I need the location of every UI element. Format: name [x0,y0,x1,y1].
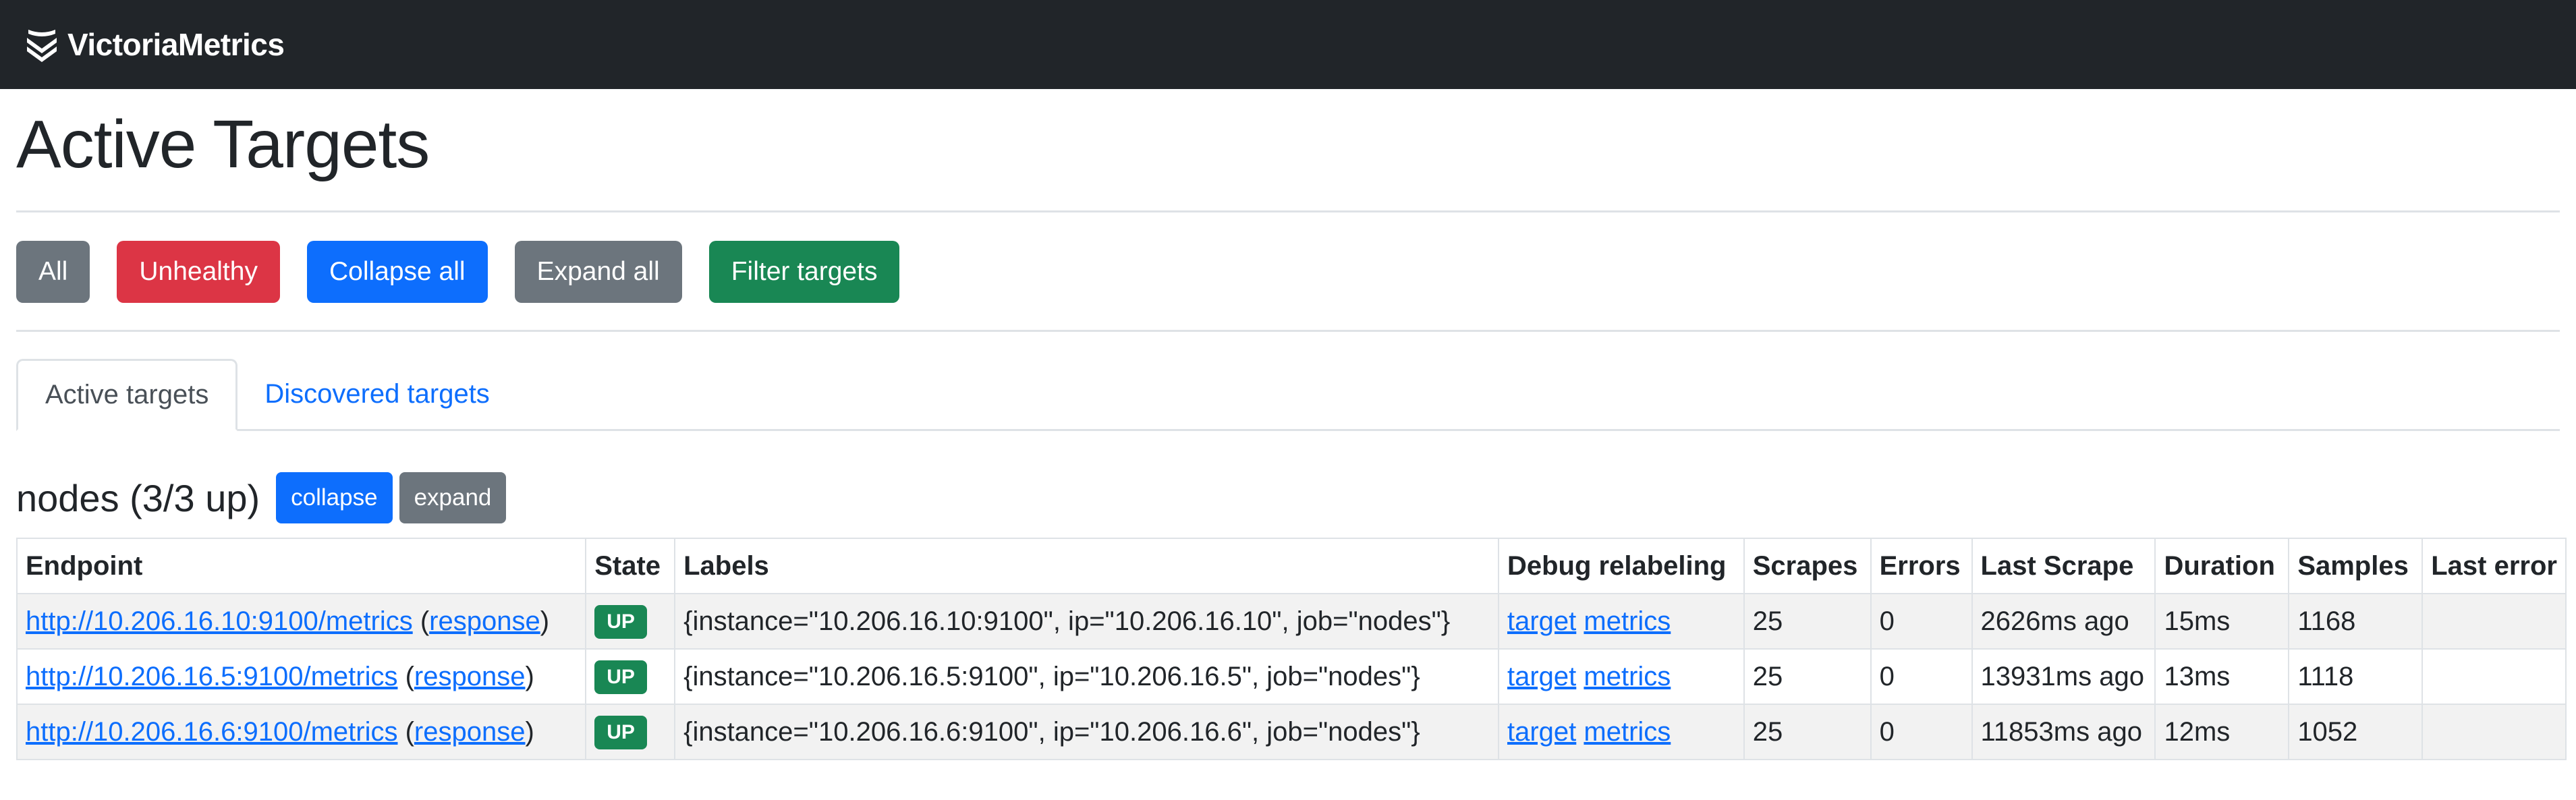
samples-cell: 1118 [2288,648,2424,705]
column-header-scrapes: Scrapes [1743,538,1872,594]
collapse-all-button[interactable]: Collapse all [306,241,488,303]
column-header-state: State [585,538,676,594]
filter-targets-button[interactable]: Filter targets [708,241,900,303]
victoriametrics-logo-icon [27,30,57,62]
unhealthy-button[interactable]: Unhealthy [117,241,280,303]
all-button[interactable]: All [16,241,90,303]
tab-discovered-targets[interactable]: Discovered targets [237,359,516,429]
endpoint-link[interactable]: http://10.206.16.10:9100/metrics [26,606,413,636]
column-header-samples: Samples [2288,538,2424,594]
errors-cell: 0 [1870,704,1973,760]
state-cell: UP [585,704,676,760]
debug-metrics-link[interactable]: metrics [1584,606,1671,636]
endpoint-cell: http://10.206.16.10:9100/metrics (respon… [16,593,587,650]
endpoint-link[interactable]: http://10.206.16.5:9100/metrics [26,662,397,691]
paren-close: ) [525,661,534,691]
debug-target-link[interactable]: target [1507,717,1576,747]
labels-cell: {instance="10.206.16.10:9100", ip="10.20… [674,593,1499,650]
column-header-last-error: Last error [2421,538,2567,594]
last-error-cell [2421,648,2567,705]
samples-cell: 1052 [2288,704,2424,760]
table-row: http://10.206.16.10:9100/metrics (respon… [16,593,2567,650]
divider [16,330,2560,332]
page-title: Active Targets [16,107,430,182]
endpoint-cell: http://10.206.16.5:9100/metrics (respons… [16,648,587,705]
targets-table: Endpoint State Labels Debug relabeling S… [16,538,2567,760]
response-link[interactable]: response [429,606,540,636]
paren-open: ( [397,661,414,691]
column-header-errors: Errors [1870,538,1973,594]
last-scrape-cell: 11853ms ago [1971,704,2156,760]
column-header-debug-relabeling: Debug relabeling [1497,538,1745,594]
debug-metrics-link[interactable]: metrics [1584,662,1671,691]
job-group-title: nodes (3/3 up) [16,476,260,519]
debug-cell: target metrics [1497,648,1745,705]
response-link[interactable]: response [414,662,526,691]
targets-tabs: Active targets Discovered targets [16,359,2560,431]
state-cell: UP [585,593,676,650]
column-header-labels: Labels [674,538,1499,594]
state-badge: UP [594,660,647,694]
paren-close: ) [525,716,534,747]
scrapes-cell: 25 [1743,704,1872,760]
expand-all-button[interactable]: Expand all [514,241,682,303]
state-cell: UP [585,648,676,705]
endpoint-link[interactable]: http://10.206.16.6:9100/metrics [26,717,397,747]
state-badge: UP [594,715,647,749]
main-content: Active Targets All Unhealthy Collapse al… [0,97,2576,760]
paren-open: ( [412,606,430,636]
collapse-group-button[interactable]: collapse [276,472,393,523]
duration-cell: 12ms [2154,704,2290,760]
job-group-header: nodes (3/3 up) collapse expand [16,472,2560,524]
last-error-cell [2421,593,2567,650]
paren-close: ) [540,606,550,636]
debug-cell: target metrics [1497,593,1745,650]
errors-cell: 0 [1870,648,1973,705]
tab-active-targets[interactable]: Active targets [16,359,238,431]
table-row: http://10.206.16.5:9100/metrics (respons… [16,648,2567,705]
expand-group-button[interactable]: expand [399,472,507,523]
brand-name: VictoriaMetrics [67,27,285,62]
labels-cell: {instance="10.206.16.5:9100", ip="10.206… [674,648,1499,705]
debug-cell: target metrics [1497,704,1745,760]
paren-open: ( [397,716,414,747]
duration-cell: 13ms [2154,648,2290,705]
endpoint-cell: http://10.206.16.6:9100/metrics (respons… [16,704,587,760]
last-scrape-cell: 13931ms ago [1971,648,2156,705]
column-header-last-scrape: Last Scrape [1971,538,2156,594]
last-error-cell [2421,704,2567,760]
column-header-duration: Duration [2154,538,2290,594]
errors-cell: 0 [1870,593,1973,650]
labels-cell: {instance="10.206.16.6:9100", ip="10.206… [674,704,1499,760]
last-scrape-cell: 2626ms ago [1971,593,2156,650]
debug-metrics-link[interactable]: metrics [1584,717,1671,747]
brand-link[interactable]: VictoriaMetrics [24,26,285,63]
scrapes-cell: 25 [1743,648,1872,705]
response-link[interactable]: response [414,717,526,747]
top-navbar: VictoriaMetrics [0,0,2576,89]
duration-cell: 15ms [2154,593,2290,650]
table-row: http://10.206.16.6:9100/metrics (respons… [16,704,2567,760]
scrapes-cell: 25 [1743,593,1872,650]
filter-buttons: All Unhealthy Collapse all Expand all Fi… [16,212,2560,303]
debug-target-link[interactable]: target [1507,606,1576,636]
state-badge: UP [594,604,647,639]
samples-cell: 1168 [2288,593,2424,650]
column-header-endpoint: Endpoint [16,538,587,594]
table-header-row: Endpoint State Labels Debug relabeling S… [16,538,2567,594]
debug-target-link[interactable]: target [1507,662,1576,691]
